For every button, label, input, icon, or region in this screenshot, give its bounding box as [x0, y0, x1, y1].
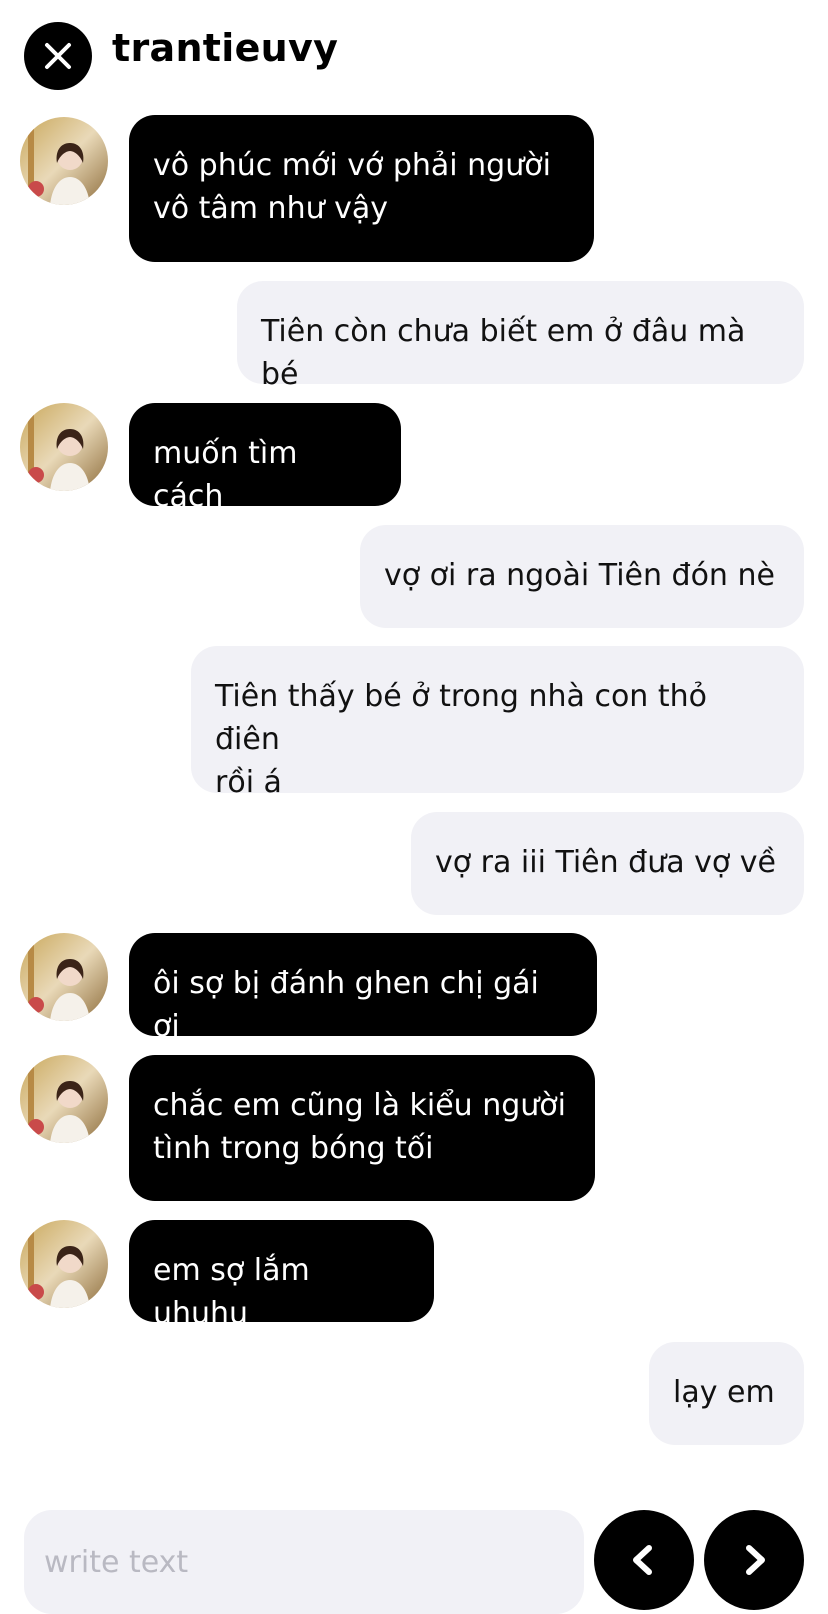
close-icon — [45, 43, 71, 69]
message-row: vô phúc mới vớ phải người vô tâm như vậy — [0, 115, 828, 263]
message-row: em sợ lắm uhuhu — [0, 1220, 828, 1331]
chat-header: trantieuvy — [0, 0, 828, 110]
message-row: vợ ơi ra ngoài Tiên đón nè — [0, 525, 828, 628]
message-bubble-incoming: muốn tìm cách — [129, 403, 401, 514]
next-button[interactable] — [704, 1510, 804, 1610]
chevron-left-icon — [633, 1545, 652, 1575]
message-bubble-incoming: chắc em cũng là kiểu người tình trong bó… — [129, 1055, 595, 1201]
message-row: ôi sợ bị đánh ghen chị gái ơi — [0, 933, 828, 1044]
message-row: vợ ra iii Tiên đưa vợ về — [0, 812, 828, 915]
message-bubble-incoming: em sợ lắm uhuhu — [129, 1220, 434, 1331]
avatar[interactable] — [20, 1055, 108, 1143]
avatar[interactable] — [20, 403, 108, 491]
message-bubble-outgoing: lạy em — [649, 1342, 804, 1445]
previous-button[interactable] — [594, 1510, 694, 1610]
avatar[interactable] — [20, 117, 108, 205]
message-bubble-outgoing: Tiên còn chưa biết em ở đâu mà bé — [237, 281, 804, 392]
avatar[interactable] — [20, 1220, 108, 1308]
avatar[interactable] — [20, 933, 108, 1021]
message-row: lạy em — [0, 1342, 828, 1445]
message-row: Tiên còn chưa biết em ở đâu mà bé — [0, 281, 828, 392]
message-row: chắc em cũng là kiểu người tình trong bó… — [0, 1055, 828, 1202]
chat-username: trantieuvy — [112, 26, 339, 70]
message-bubble-outgoing: Tiên thấy bé ở trong nhà con thỏ điên rồ… — [191, 646, 804, 800]
message-bubble-incoming: vô phúc mới vớ phải người vô tâm như vậy — [129, 115, 594, 262]
close-button[interactable] — [24, 22, 92, 90]
message-input[interactable] — [24, 1510, 584, 1614]
composer — [0, 1510, 828, 1614]
message-row: Tiên thấy bé ở trong nhà con thỏ điên rồ… — [0, 646, 828, 800]
chevron-right-icon — [746, 1545, 765, 1575]
message-bubble-incoming: ôi sợ bị đánh ghen chị gái ơi — [129, 933, 597, 1044]
message-bubble-outgoing: vợ ơi ra ngoài Tiên đón nè — [360, 525, 804, 628]
message-row: muốn tìm cách — [0, 403, 828, 514]
message-bubble-outgoing: vợ ra iii Tiên đưa vợ về — [411, 812, 804, 915]
